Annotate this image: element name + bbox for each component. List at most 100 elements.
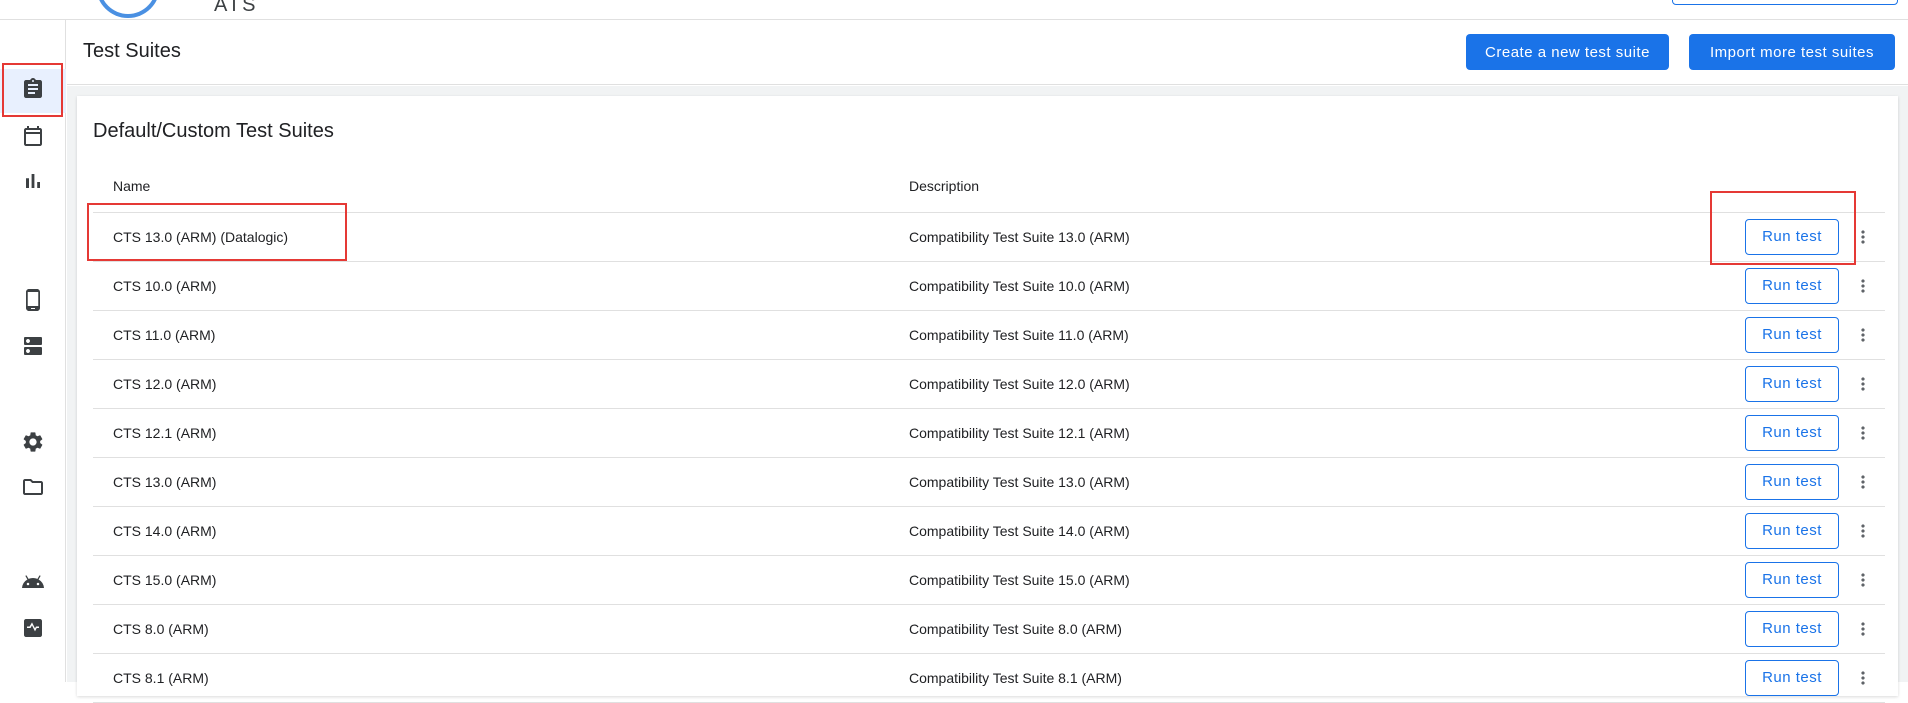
- more-vert-icon[interactable]: [1853, 617, 1873, 641]
- sidebar-item-hosts[interactable]: [0, 326, 66, 370]
- actions-cell: Run test: [1729, 261, 1885, 311]
- suite-description-cell: Compatibility Test Suite 8.0 (ARM): [909, 604, 1729, 654]
- more-vert-icon[interactable]: [1853, 470, 1873, 494]
- card-title: Default/Custom Test Suites: [93, 120, 334, 142]
- actions-cell: Run test: [1729, 506, 1885, 556]
- row-actions: Run test: [1729, 316, 1885, 353]
- sidebar-item-schedule[interactable]: [0, 116, 66, 160]
- run-test-button[interactable]: Run test: [1745, 414, 1839, 451]
- actions-cell: Run test: [1729, 310, 1885, 360]
- row-actions: Run test: [1729, 365, 1885, 402]
- run-test-button[interactable]: Run test: [1745, 316, 1839, 353]
- table-row: CTS 12.1 (ARM) Compatibility Test Suite 1…: [93, 408, 1885, 458]
- phone-icon: [21, 288, 45, 317]
- suite-name-cell: CTS 13.0 (ARM): [93, 457, 909, 507]
- actions-cell: Run test: [1729, 457, 1885, 507]
- actions-cell: Run test: [1729, 359, 1885, 409]
- column-header-name: Name: [93, 160, 909, 213]
- table-row: CTS 13.0 (ARM) Compatibility Test Suite 1…: [93, 457, 1885, 507]
- suite-name-cell: CTS 14.0 (ARM): [93, 506, 909, 556]
- suite-description-cell: Compatibility Test Suite 12.0 (ARM): [909, 359, 1729, 409]
- more-vert-icon[interactable]: [1853, 519, 1873, 543]
- row-actions: Run test: [1729, 218, 1885, 255]
- sidebar-item-results[interactable]: [0, 161, 66, 205]
- more-vert-icon[interactable]: [1853, 323, 1873, 347]
- suite-name-cell: CTS 13.0 (ARM) (Datalogic): [93, 212, 909, 262]
- sidebar-item-test-suites[interactable]: [0, 69, 66, 113]
- import-test-suites-button[interactable]: Import more test suites: [1689, 34, 1895, 70]
- server-icon: [21, 334, 45, 363]
- table-row: CTS 14.0 (ARM) Compatibility Test Suite 1…: [93, 506, 1885, 556]
- sidebar-item-settings[interactable]: [0, 422, 66, 466]
- suite-description-cell: Compatibility Test Suite 15.0 (ARM): [909, 555, 1729, 605]
- header-search-input[interactable]: [1672, 0, 1898, 5]
- page-header: Test Suites Create a new test suite Impo…: [67, 20, 1908, 85]
- table-header-row: Name Description: [93, 160, 1885, 213]
- more-vert-icon[interactable]: [1853, 568, 1873, 592]
- run-test-button[interactable]: Run test: [1745, 561, 1839, 598]
- actions-cell: Run test: [1729, 604, 1885, 654]
- suite-description-cell: Compatibility Test Suite 14.0 (ARM): [909, 506, 1729, 556]
- gear-icon: [21, 430, 45, 459]
- more-vert-icon[interactable]: [1853, 274, 1873, 298]
- create-test-suite-button[interactable]: Create a new test suite: [1466, 34, 1669, 70]
- row-actions: Run test: [1729, 561, 1885, 598]
- run-test-button[interactable]: Run test: [1745, 610, 1839, 647]
- table-row: CTS 8.0 (ARM) Compatibility Test Suite 8.…: [93, 604, 1885, 654]
- sidebar-item-files[interactable]: [0, 467, 66, 511]
- more-vert-icon[interactable]: [1853, 225, 1873, 249]
- column-header-actions: [1729, 160, 1885, 213]
- run-test-button[interactable]: Run test: [1745, 512, 1839, 549]
- run-test-button[interactable]: Run test: [1745, 267, 1839, 304]
- actions-cell: Run test: [1729, 653, 1885, 703]
- suite-name-cell: CTS 10.0 (ARM): [93, 261, 909, 311]
- suite-description-cell: Compatibility Test Suite 11.0 (ARM): [909, 310, 1729, 360]
- actions-cell: Run test: [1729, 212, 1885, 262]
- row-actions: Run test: [1729, 659, 1885, 696]
- page-title: Test Suites: [83, 40, 181, 62]
- table-row: CTS 8.1 (ARM) Compatibility Test Suite 8.…: [93, 653, 1885, 703]
- suite-name-cell: CTS 8.1 (ARM): [93, 653, 909, 703]
- sidebar-nav: [0, 20, 66, 682]
- suite-description-cell: Compatibility Test Suite 13.0 (ARM): [909, 212, 1729, 262]
- sidebar-item-monitoring[interactable]: [0, 608, 66, 652]
- suite-name-cell: CTS 15.0 (ARM): [93, 555, 909, 605]
- app-logo: [96, 0, 160, 18]
- row-actions: Run test: [1729, 512, 1885, 549]
- suite-name-cell: CTS 12.0 (ARM): [93, 359, 909, 409]
- suite-description-cell: Compatibility Test Suite 10.0 (ARM): [909, 261, 1729, 311]
- actions-cell: Run test: [1729, 408, 1885, 458]
- app-name: ATS: [214, 0, 258, 16]
- test-suites-table: Name Description CTS 13.0 (ARM) (Datalog…: [93, 160, 1885, 703]
- test-suites-card: Default/Custom Test Suites Name Descript…: [77, 96, 1898, 703]
- table-row: CTS 15.0 (ARM) Compatibility Test Suite 1…: [93, 555, 1885, 605]
- table-row: CTS 12.0 (ARM) Compatibility Test Suite 1…: [93, 359, 1885, 409]
- suite-name-cell: CTS 11.0 (ARM): [93, 310, 909, 360]
- actions-cell: Run test: [1729, 555, 1885, 605]
- row-actions: Run test: [1729, 610, 1885, 647]
- more-vert-icon[interactable]: [1853, 421, 1873, 445]
- bar-chart-icon: [21, 169, 45, 198]
- suite-description-cell: Compatibility Test Suite 13.0 (ARM): [909, 457, 1729, 507]
- run-test-button[interactable]: Run test: [1745, 218, 1839, 255]
- run-test-button[interactable]: Run test: [1745, 463, 1839, 500]
- table-row: CTS 11.0 (ARM) Compatibility Test Suite 1…: [93, 310, 1885, 360]
- sidebar-item-android[interactable]: [0, 562, 66, 606]
- pulse-icon: [21, 616, 45, 645]
- android-icon: [21, 570, 45, 599]
- calendar-icon: [21, 124, 45, 153]
- sidebar-item-devices[interactable]: [0, 280, 66, 324]
- row-actions: Run test: [1729, 267, 1885, 304]
- run-test-button[interactable]: Run test: [1745, 659, 1839, 696]
- row-actions: Run test: [1729, 414, 1885, 451]
- run-test-button[interactable]: Run test: [1745, 365, 1839, 402]
- more-vert-icon[interactable]: [1853, 666, 1873, 690]
- folder-icon: [21, 475, 45, 504]
- suite-description-cell: Compatibility Test Suite 12.1 (ARM): [909, 408, 1729, 458]
- row-actions: Run test: [1729, 463, 1885, 500]
- top-header: ATS: [0, 0, 1908, 20]
- table-row: CTS 13.0 (ARM) (Datalogic) Compatibility …: [93, 212, 1885, 262]
- suite-name-cell: CTS 12.1 (ARM): [93, 408, 909, 458]
- table-row: CTS 10.0 (ARM) Compatibility Test Suite 1…: [93, 261, 1885, 311]
- more-vert-icon[interactable]: [1853, 372, 1873, 396]
